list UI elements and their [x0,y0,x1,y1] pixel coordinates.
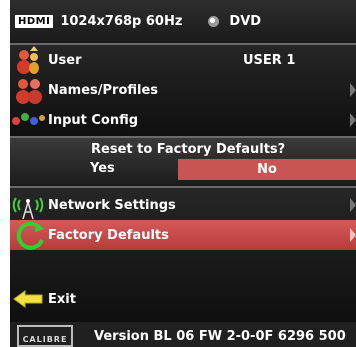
input-config-icon [10,105,48,135]
dialog-question: Reset to Factory Defaults? [91,142,286,157]
user-icon [10,45,48,75]
menu-panel-bottom: Network Settings Factory Defaults Exit [10,188,356,322]
chevron-right-icon [350,228,356,242]
version-text: Version BL 06 FW 2-0-0F 6296 500 [94,329,346,344]
menu-item-label: Names/Profiles [48,82,159,98]
factory-defaults-icon [10,220,48,250]
chevron-right-icon [350,83,356,97]
hdmi-badge: HDMI [15,15,54,28]
disc-icon [208,16,220,27]
resolution-text: 1024x768p 60Hz [60,14,183,29]
menu-item-names-profiles[interactable]: Names/Profiles [10,75,356,105]
menu-panel-top: User USER 1 Names/Profiles Input Config [10,45,356,136]
menu-item-label: Input Config [48,112,139,128]
profiles-icon [10,75,48,105]
menu-item-label: Network Settings [48,197,176,213]
chevron-right-icon [350,198,356,212]
no-button[interactable]: No [178,159,356,180]
menu-item-label: Exit [48,291,76,307]
version-footer: CALIBRE Version BL 06 FW 2-0-0F 6296 500 [10,322,356,347]
menu-item-network-settings[interactable]: Network Settings [10,190,356,220]
source-text: DVD [229,14,262,29]
reset-confirm-dialog: Reset to Factory Defaults? Yes No [10,138,356,186]
menu-item-label: Factory Defaults [48,227,169,243]
menu-item-value: USER 1 [243,52,296,68]
menu-item-user[interactable]: User USER 1 [10,45,356,75]
menu-item-input-config[interactable]: Input Config [10,105,356,135]
status-header: HDMI 1024x768p 60Hz DVD [10,0,356,43]
menu-item-factory-defaults[interactable]: Factory Defaults [10,220,356,250]
calibre-logo: CALIBRE [17,325,73,347]
menu-item-exit[interactable]: Exit [10,284,356,314]
yes-button[interactable]: Yes [90,161,115,176]
menu-item-label: User [48,52,82,68]
network-antenna-icon [10,190,48,220]
chevron-right-icon [350,113,356,127]
exit-arrow-icon [10,284,48,314]
osd-menu: HDMI 1024x768p 60Hz DVD User USER 1 Name… [10,0,356,347]
